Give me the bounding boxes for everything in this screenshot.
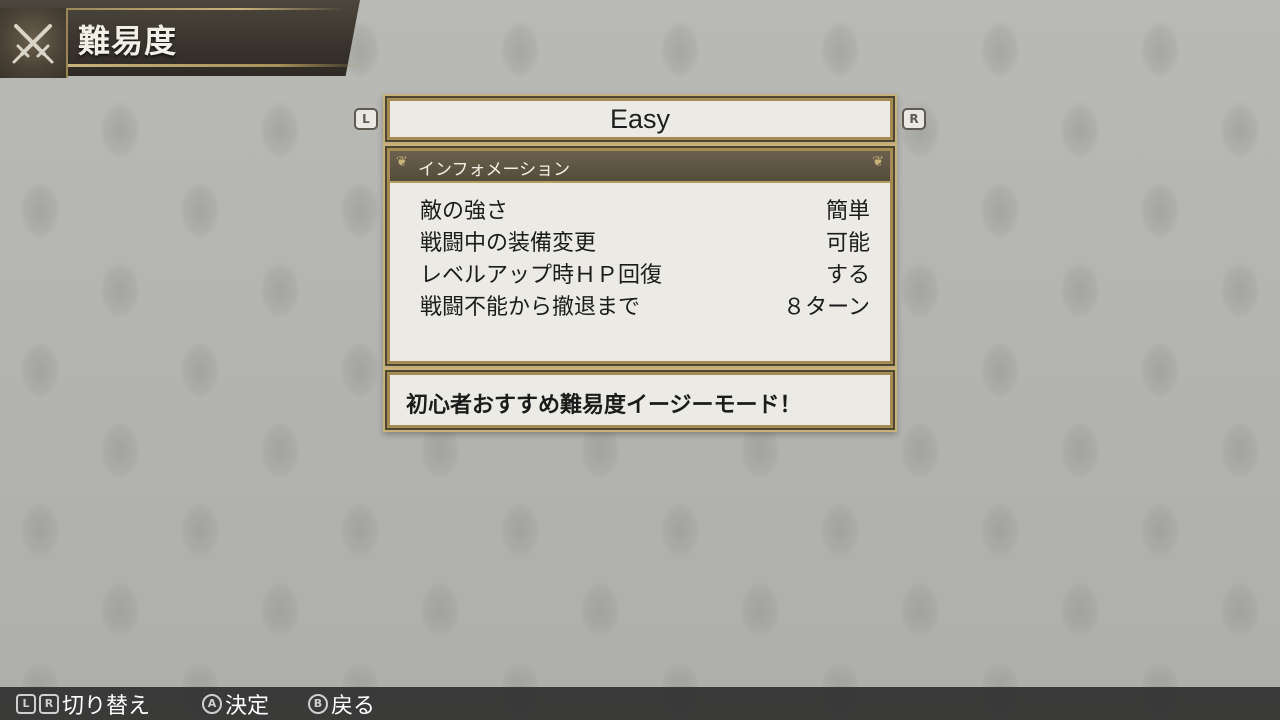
header-emblem	[0, 8, 68, 78]
hint-confirm[interactable]: A 決定	[202, 691, 270, 719]
info-row-label: 敵の強さ	[420, 199, 509, 224]
ornament-icon: ❦	[872, 154, 884, 170]
info-row-retreat-turns: 戦闘不能から撤退まで ８ターン	[420, 289, 870, 321]
info-row-value: する	[825, 263, 870, 288]
difficulty-value: Easy	[609, 104, 671, 134]
hint-back[interactable]: B 戻る	[308, 691, 376, 719]
b-button-icon: B	[308, 694, 328, 714]
page-title: 難易度	[78, 22, 178, 60]
info-row-label: 戦闘不能から撤退まで	[420, 295, 641, 320]
info-row-label: レベルアップ時ＨＰ回復	[420, 263, 663, 288]
hint-confirm-label: 決定	[225, 694, 270, 719]
hint-switch-label: 切り替え	[62, 694, 151, 719]
difficulty-selector[interactable]: Easy	[387, 98, 893, 140]
info-row-enemy-strength: 敵の強さ 簡単	[420, 193, 870, 225]
hint-switch[interactable]: L R 切り替え	[16, 691, 151, 719]
l-button-prev[interactable]: L	[354, 108, 378, 130]
info-panel-header: ❦ インフォメーション ❦	[390, 151, 890, 183]
info-row-label: 戦闘中の装備変更	[420, 231, 597, 256]
l-key-icon: L	[16, 694, 36, 714]
ornament-icon: ❦	[396, 154, 408, 170]
description-text: 初心者おすすめ難易度イージーモード！	[406, 393, 802, 418]
r-button-next[interactable]: R	[902, 108, 926, 130]
info-row-value: 簡単	[825, 199, 870, 224]
a-button-icon: A	[202, 694, 222, 714]
r-key-icon: R	[39, 694, 59, 714]
info-row-equipment-change: 戦闘中の装備変更 可能	[420, 225, 870, 257]
info-row-value: ８ターン	[783, 295, 870, 320]
info-row-value: 可能	[825, 231, 870, 256]
info-list: 敵の強さ 簡単 戦闘中の装備変更 可能 レベルアップ時ＨＰ回復 する 戦闘不能か…	[420, 193, 870, 321]
info-panel: ❦ インフォメーション ❦ 敵の強さ 簡単 戦闘中の装備変更 可能 レベルアップ…	[387, 148, 893, 364]
crossed-swords-icon	[12, 24, 54, 64]
hint-back-label: 戻る	[331, 694, 376, 719]
description-box: 初心者おすすめ難易度イージーモード！	[387, 372, 893, 428]
info-row-levelup-hp: レベルアップ時ＨＰ回復 する	[420, 257, 870, 289]
header-gold-line-bottom	[62, 64, 367, 67]
info-panel-title: インフォメーション	[418, 160, 571, 180]
screen-header: 難易度	[0, 0, 370, 80]
control-hints-bar: L R 切り替え A 決定 B 戻る	[0, 687, 1280, 720]
